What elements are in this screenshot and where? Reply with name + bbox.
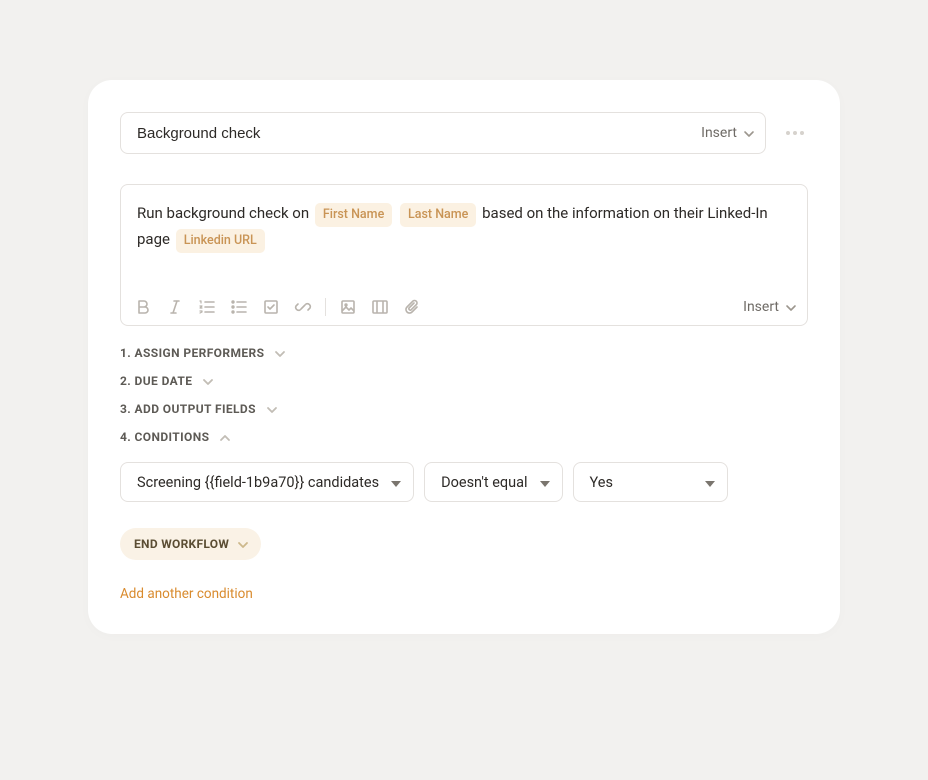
condition-field-select[interactable]: Screening {{field-1b9a70}} candidates (120, 462, 414, 502)
unordered-list-icon[interactable] (229, 297, 249, 317)
image-icon[interactable] (338, 297, 358, 317)
section-label: 4. CONDITIONS (120, 430, 209, 444)
condition-value: Yes (590, 474, 613, 491)
title-input-wrap: Insert (120, 112, 766, 154)
token-last-name[interactable]: Last Name (400, 203, 476, 227)
chevron-up-icon (219, 432, 229, 442)
task-editor-card: Insert Run background check on First Nam… (88, 80, 840, 634)
checklist-icon[interactable] (261, 297, 281, 317)
condition-value-select[interactable]: Yes (573, 462, 728, 502)
condition-operator-value: Doesn't equal (441, 474, 527, 491)
title-input[interactable] (137, 125, 701, 142)
section-output-fields[interactable]: 3. ADD OUTPUT FIELDS (120, 402, 808, 416)
token-linkedin[interactable]: Linkedin URL (176, 229, 265, 253)
title-insert-label: Insert (701, 125, 737, 141)
condition-field-value: Screening {{field-1b9a70}} candidates (137, 474, 379, 491)
editor-box: Run background check on First Name Last … (120, 184, 808, 326)
toolbar-group-media (338, 297, 422, 317)
toolbar-group-format (133, 297, 313, 317)
end-workflow-label: END WORKFLOW (134, 537, 229, 551)
editor-insert-button[interactable]: Insert (743, 299, 795, 315)
attachment-icon[interactable] (402, 297, 422, 317)
end-workflow-pill[interactable]: END WORKFLOW (120, 528, 261, 560)
toolbar-separator (325, 298, 326, 316)
chevron-down-icon (743, 128, 753, 138)
caret-down-icon (705, 474, 715, 491)
video-icon[interactable] (370, 297, 390, 317)
section-label: 3. ADD OUTPUT FIELDS (120, 402, 256, 416)
italic-icon[interactable] (165, 297, 185, 317)
caret-down-icon (391, 474, 401, 491)
sections: 1. ASSIGN PERFORMERS 2. DUE DATE 3. ADD … (120, 346, 808, 602)
link-icon[interactable] (293, 297, 313, 317)
add-condition-link[interactable]: Add another condition (120, 586, 253, 602)
ordered-list-icon[interactable] (197, 297, 217, 317)
editor-toolbar: Insert (121, 289, 807, 325)
bold-icon[interactable] (133, 297, 153, 317)
editor-insert-label: Insert (743, 299, 779, 315)
section-due-date[interactable]: 2. DUE DATE (120, 374, 808, 388)
chevron-down-icon (237, 539, 247, 549)
editor-content[interactable]: Run background check on First Name Last … (121, 185, 807, 289)
caret-down-icon (540, 474, 550, 491)
chevron-down-icon (202, 376, 212, 386)
section-conditions[interactable]: 4. CONDITIONS (120, 430, 808, 444)
chevron-down-icon (785, 302, 795, 312)
title-insert-button[interactable]: Insert (701, 125, 753, 141)
token-first-name[interactable]: First Name (315, 203, 392, 227)
condition-row: Screening {{field-1b9a70}} candidates Do… (120, 462, 808, 502)
condition-operator-select[interactable]: Doesn't equal (424, 462, 562, 502)
chevron-down-icon (266, 404, 276, 414)
chevron-down-icon (274, 348, 284, 358)
editor-text: Run background check on (137, 204, 309, 222)
title-row: Insert (120, 112, 808, 154)
section-label: 1. ASSIGN PERFORMERS (120, 346, 264, 360)
more-menu-button[interactable] (782, 127, 808, 139)
section-assign-performers[interactable]: 1. ASSIGN PERFORMERS (120, 346, 808, 360)
section-label: 2. DUE DATE (120, 374, 192, 388)
